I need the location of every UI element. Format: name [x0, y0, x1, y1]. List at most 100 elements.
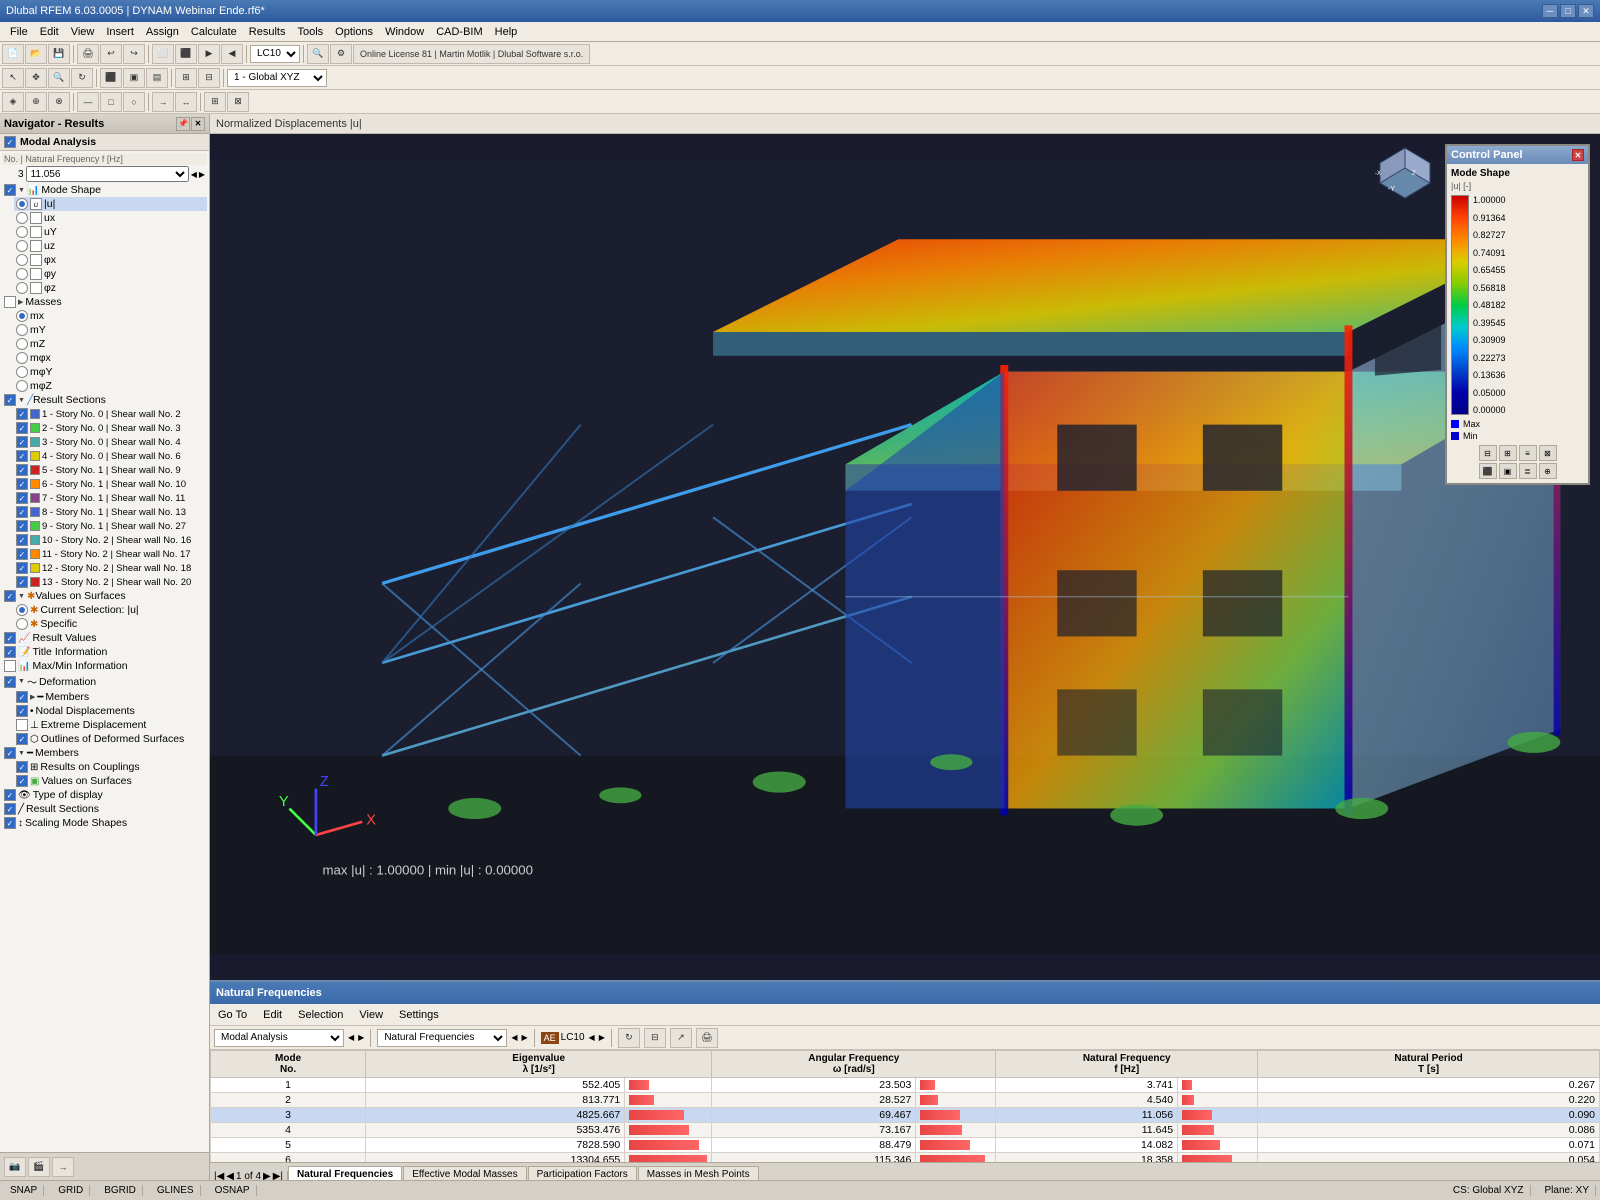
values-on-surfaces-cb[interactable]: ✓ [4, 590, 16, 602]
section-1[interactable]: ✓ 1 - Story No. 0 | Shear wall No. 2 [14, 407, 207, 421]
grid-status[interactable]: GRID [52, 1185, 90, 1196]
specific-radio[interactable] [16, 618, 28, 630]
tb2-move[interactable]: ✥ [25, 68, 47, 88]
cp-icon-4[interactable]: ⊠ [1539, 445, 1557, 461]
mass-mx[interactable]: mx [14, 309, 207, 323]
tb1-btn5[interactable]: ▶ [198, 44, 220, 64]
edit-menu[interactable]: Edit [259, 1008, 286, 1022]
mode-uz-cb[interactable] [30, 240, 42, 252]
go-to-menu[interactable]: Go To [214, 1008, 251, 1022]
save-btn[interactable]: 💾 [48, 44, 70, 64]
mode-uz[interactable]: uz [14, 239, 207, 253]
tb3-snap[interactable]: ⊠ [227, 92, 249, 112]
mode-phiy-cb[interactable] [30, 268, 42, 280]
menu-tools[interactable]: Tools [291, 25, 329, 39]
masses-cb[interactable] [4, 296, 16, 308]
mode-phiz[interactable]: φz [14, 281, 207, 295]
nodal-disp-cb[interactable]: ✓ [16, 705, 28, 717]
section-13[interactable]: ✓ 13 - Story No. 2 | Shear wall No. 20 [14, 575, 207, 589]
prev-btn[interactable]: ◀ [226, 1171, 234, 1180]
tb1-btn6[interactable]: ◀ [221, 44, 243, 64]
next-page-btn[interactable]: ▶| [273, 1171, 283, 1180]
nav-arrow-btn[interactable]: → [52, 1157, 74, 1177]
view-menu[interactable]: View [355, 1008, 387, 1022]
menu-file[interactable]: File [4, 25, 34, 39]
tab-natural-frequencies[interactable]: Natural Frequencies [288, 1166, 402, 1180]
bt3-next[interactable]: ▶ [599, 1033, 605, 1042]
mode-ux[interactable]: ux [14, 211, 207, 225]
mode-uy-radio[interactable] [16, 226, 28, 238]
section-5-cb[interactable]: ✓ [16, 464, 28, 476]
selection-menu[interactable]: Selection [294, 1008, 347, 1022]
mode-phix[interactable]: φx [14, 253, 207, 267]
redo-btn[interactable]: ↪ [123, 44, 145, 64]
menu-options[interactable]: Options [329, 25, 379, 39]
scaling-cb[interactable]: ✓ [4, 817, 16, 829]
outlines-deformed-cb[interactable]: ✓ [16, 733, 28, 745]
bt-prev[interactable]: ◀ [348, 1033, 354, 1042]
mass-mz[interactable]: mZ [14, 337, 207, 351]
mass-my[interactable]: mY [14, 323, 207, 337]
close-button[interactable]: ✕ [1578, 4, 1594, 18]
tb3-grid[interactable]: ⊞ [204, 92, 226, 112]
glines-status[interactable]: GLINES [151, 1185, 201, 1196]
outlines-deformed-item[interactable]: ✓ ⬡ Outlines of Deformed Surfaces [14, 732, 207, 746]
section-7[interactable]: ✓ 7 - Story No. 1 | Shear wall No. 11 [14, 491, 207, 505]
section-2-cb[interactable]: ✓ [16, 422, 28, 434]
mode-shape-cb[interactable]: ✓ [4, 184, 16, 196]
result-sections-header[interactable]: ✓ ▼ ╱ Result Sections [2, 393, 207, 407]
section-8[interactable]: ✓ 8 - Story No. 1 | Shear wall No. 13 [14, 505, 207, 519]
tb3-btn1[interactable]: ◈ [2, 92, 24, 112]
bt-print2[interactable]: 🖨 [696, 1028, 718, 1048]
menu-insert[interactable]: Insert [100, 25, 140, 39]
current-selection-item[interactable]: ✱ Current Selection: |u| [14, 603, 207, 617]
snap-status[interactable]: SNAP [4, 1185, 44, 1196]
current-sel-radio[interactable] [16, 604, 28, 616]
tb3-btn2[interactable]: ⊕ [25, 92, 47, 112]
nat-freq-selector[interactable]: 11.056 [26, 166, 189, 182]
tb2-btn3[interactable]: ▤ [146, 68, 168, 88]
mode-shape-header[interactable]: ✓ ▼ 📊 Mode Shape [2, 183, 207, 197]
tb2-btn4[interactable]: ⊞ [175, 68, 197, 88]
menu-help[interactable]: Help [489, 25, 524, 39]
type-of-display-item[interactable]: ✓ 👁 Type of display [2, 788, 207, 802]
open-btn[interactable]: 📂 [25, 44, 47, 64]
cp-icon-2[interactable]: ⊞ [1499, 445, 1517, 461]
osnap-status[interactable]: OSNAP [209, 1185, 257, 1196]
tab-masses-mesh[interactable]: Masses in Mesh Points [638, 1166, 759, 1180]
bt-refresh[interactable]: ↻ [618, 1028, 640, 1048]
result-sections-2-item[interactable]: ✓ ╱ Result Sections [2, 802, 207, 816]
mode-phiz-cb[interactable] [30, 282, 42, 294]
mass-mphiy[interactable]: mφY [14, 365, 207, 379]
cp-icon-5[interactable]: ⬛ [1479, 463, 1497, 479]
section-11-cb[interactable]: ✓ [16, 548, 28, 560]
maxmin-cb[interactable] [4, 660, 16, 672]
view-cube[interactable]: -Y -X Z [1370, 138, 1440, 208]
mass-mz-radio[interactable] [16, 338, 28, 350]
nat-freq-prev[interactable]: ◀ [191, 170, 197, 179]
section-3-cb[interactable]: ✓ [16, 436, 28, 448]
mode-uy-cb[interactable] [30, 226, 42, 238]
settings-btn[interactable]: ⚙ [330, 44, 352, 64]
menu-view[interactable]: View [65, 25, 101, 39]
cp-icon-3[interactable]: ≡ [1519, 445, 1537, 461]
bt2-next[interactable]: ▶ [521, 1033, 527, 1042]
maximize-button[interactable]: □ [1560, 4, 1576, 18]
tab-effective-modal[interactable]: Effective Modal Masses [403, 1166, 526, 1180]
results-couplings-cb[interactable]: ✓ [16, 761, 28, 773]
nat-freq-next[interactable]: ▶ [199, 170, 205, 179]
menu-window[interactable]: Window [379, 25, 430, 39]
modal-analysis-cb[interactable]: ✓ [4, 136, 16, 148]
section-6-cb[interactable]: ✓ [16, 478, 28, 490]
viewport[interactable]: X Y Z max |u| : 1.00000 | min |u| : 0.00… [210, 134, 1600, 980]
cp-close-btn[interactable]: ✕ [1572, 149, 1584, 161]
bt2-prev[interactable]: ◀ [511, 1033, 517, 1042]
cp-icon-8[interactable]: ⊕ [1539, 463, 1557, 479]
bottom-left-combo[interactable]: Modal Analysis [214, 1029, 344, 1047]
tb3-circle[interactable]: ○ [123, 92, 145, 112]
section-4-cb[interactable]: ✓ [16, 450, 28, 462]
section-7-cb[interactable]: ✓ [16, 492, 28, 504]
masses-header[interactable]: ▶ Masses [2, 295, 207, 309]
tab-participation[interactable]: Participation Factors [528, 1166, 637, 1180]
section-1-cb[interactable]: ✓ [16, 408, 28, 420]
